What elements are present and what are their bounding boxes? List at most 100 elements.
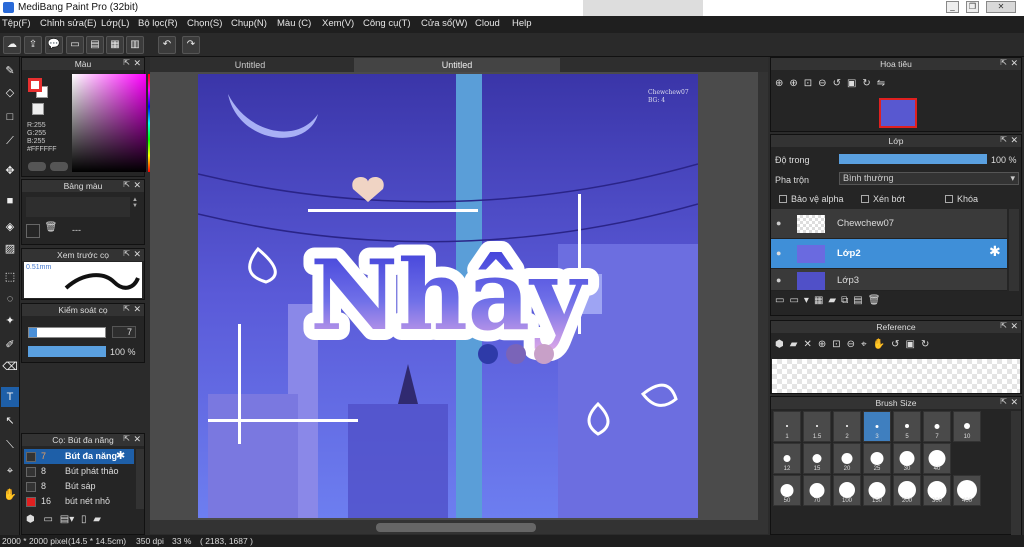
rotate-right-icon[interactable]: ↻ [921,339,935,350]
close-icon[interactable]: ✕ [1010,321,1018,332]
menu-view[interactable]: Xem(V) [322,18,354,29]
brush-size-scrollbar[interactable] [1011,411,1021,535]
tab-untitled-2[interactable]: Untitled [354,58,560,72]
eyedropper-icon[interactable]: ⌖ [861,339,873,350]
brush-size-cell[interactable]: 400 [953,475,981,506]
hand-tool-icon[interactable]: ✋ [1,485,19,505]
float-icon[interactable]: ⇱ [1000,397,1007,406]
brush-size-cell[interactable]: 3 [863,411,891,442]
saturation-value-picker[interactable] [72,74,146,172]
halftone-icon[interactable]: ▦ [814,295,828,306]
brush-size-cell[interactable]: 15 [803,443,831,474]
color-mode-toggle[interactable] [28,162,46,171]
line-tool-icon[interactable]: ⟋ [1,131,19,151]
gear-icon[interactable]: ✱ [989,243,1001,260]
menu-cloud[interactable]: Cloud [475,18,500,29]
brush-list-scrollbar[interactable] [136,449,144,509]
brush-size-cell[interactable]: 10 [953,411,981,442]
brush-size-slider[interactable] [28,327,106,338]
zoom-out-icon[interactable]: ⊖ [818,78,832,89]
new-layer-color-icon[interactable]: ▭ [789,295,803,306]
palette-delete-icon[interactable]: 🗑 [44,222,58,238]
magic-wand-icon[interactable]: ✦ [1,311,19,331]
close-icon[interactable]: ✕ [1010,58,1018,69]
eye-icon[interactable]: ● [776,218,781,228]
brush-folder-icon[interactable]: ▰ [93,514,101,525]
eyedropper-icon[interactable]: ⌖ [1,461,19,481]
menu-snap[interactable]: Chụp(N) [231,18,267,29]
reference-close-icon[interactable]: ✕ [803,339,817,350]
float-icon[interactable]: ⇱ [123,434,130,443]
close-button[interactable]: ✕ [986,1,1016,13]
select-rect-icon[interactable]: ⬚ [1,267,19,287]
zoom-in-icon[interactable]: ⊕ [818,339,832,350]
brush-size-cell[interactable]: 70 [803,475,831,506]
layer-opacity-slider[interactable] [839,154,987,164]
new-layer-menu-icon[interactable]: ▾ [804,295,814,306]
menu-edit[interactable]: Chỉnh sửa(E) [40,18,97,29]
brush-size-cell[interactable]: 50 [773,475,801,506]
protect-alpha-checkbox[interactable] [779,195,787,203]
cloud-icon[interactable]: ☁ [3,36,21,54]
zoom-out-icon[interactable]: ⊖ [847,339,861,350]
bucket-tool-icon[interactable]: ◈ [1,217,19,237]
reference-image-area[interactable] [772,359,1020,393]
merge-icon[interactable]: ▤ [853,295,867,306]
brush-size-cell[interactable]: 2 [833,411,861,442]
menu-select[interactable]: Chọn(S) [187,18,222,29]
comment-icon[interactable]: ▭ [66,36,84,54]
grid-icon[interactable]: ▦ [106,36,124,54]
duplicate-icon[interactable]: ⧉ [841,295,853,306]
menu-tools[interactable]: Công cụ(T) [363,18,411,29]
new-layer-icon[interactable]: ▭ [775,295,789,306]
select-eraser-icon[interactable]: ⌫ [1,357,19,377]
blend-mode-select[interactable]: Bình thường ▾ [839,172,1019,185]
artboard[interactable]: Nhây Nhây Chewchew07 BG: 4 [198,74,698,518]
brush-new-icon[interactable]: ▭ [44,514,53,525]
operation-tool-icon[interactable]: ↖ [1,411,19,431]
fit-icon[interactable]: ⊡ [832,339,846,350]
fit-icon[interactable]: ⊡ [804,78,818,89]
menu-help[interactable]: Help [512,18,532,29]
navigator-thumbnail[interactable] [879,98,917,128]
reset-icon[interactable]: ▣ [905,339,920,350]
brush-list-item[interactable]: Bút phát thảo [65,466,119,476]
zoom-in-icon[interactable]: ⊕ [775,78,789,89]
brush-menu-icon[interactable]: ▤▾ [60,514,74,525]
float-icon[interactable]: ⇱ [123,180,130,189]
float-icon[interactable]: ⇱ [123,249,130,258]
close-icon[interactable]: ✕ [1010,135,1018,146]
brush-size-cell[interactable]: 1 [773,411,801,442]
layer-row[interactable]: ● Chewchew07 [771,209,1007,239]
eye-icon[interactable]: ● [776,275,781,285]
brush-size-cell[interactable]: 30 [893,443,921,474]
close-icon[interactable]: ✕ [133,304,141,315]
brush-size-cell[interactable]: 40 [923,443,951,474]
close-icon[interactable]: ✕ [133,249,141,260]
float-icon[interactable]: ⇱ [123,58,130,67]
eraser-tool-icon[interactable]: ◇ [1,83,19,103]
float-icon[interactable]: ⇱ [1000,135,1007,144]
close-icon[interactable]: ✕ [133,180,141,191]
layer-row[interactable]: ● Lớp3 [771,269,1007,291]
brush-size-cell[interactable]: 25 [863,443,891,474]
brush-tool-icon[interactable]: ✎ [1,61,19,81]
brush-opacity-slider[interactable] [28,346,106,357]
brush-size-cell[interactable]: 12 [773,443,801,474]
brush-size-cell[interactable]: 5 [893,411,921,442]
menu-layer[interactable]: Lớp(L) [101,18,129,29]
divide-tool-icon[interactable]: ⟍ [1,435,19,455]
rotate-left-icon[interactable]: ↺ [891,339,905,350]
lasso-icon[interactable]: ◌ [1,289,19,309]
speech-bubble-icon[interactable]: 💬 [45,36,63,54]
close-icon[interactable]: ✕ [133,58,141,69]
restore-button[interactable]: ❐ [966,1,979,13]
canvas-horizontal-scrollbar[interactable] [150,520,768,534]
reference-cloud-icon[interactable]: ⬢ [775,339,790,350]
folder-icon[interactable]: ▰ [828,295,841,306]
brush-add-icon[interactable]: ⬢ [26,514,35,525]
layer-list-scrollbar[interactable] [1009,209,1019,291]
brush-list-item[interactable]: bút nét nhỏ [65,496,110,506]
rotate-left-icon[interactable]: ↺ [833,78,847,89]
text-tool-icon[interactable]: T [1,387,19,407]
